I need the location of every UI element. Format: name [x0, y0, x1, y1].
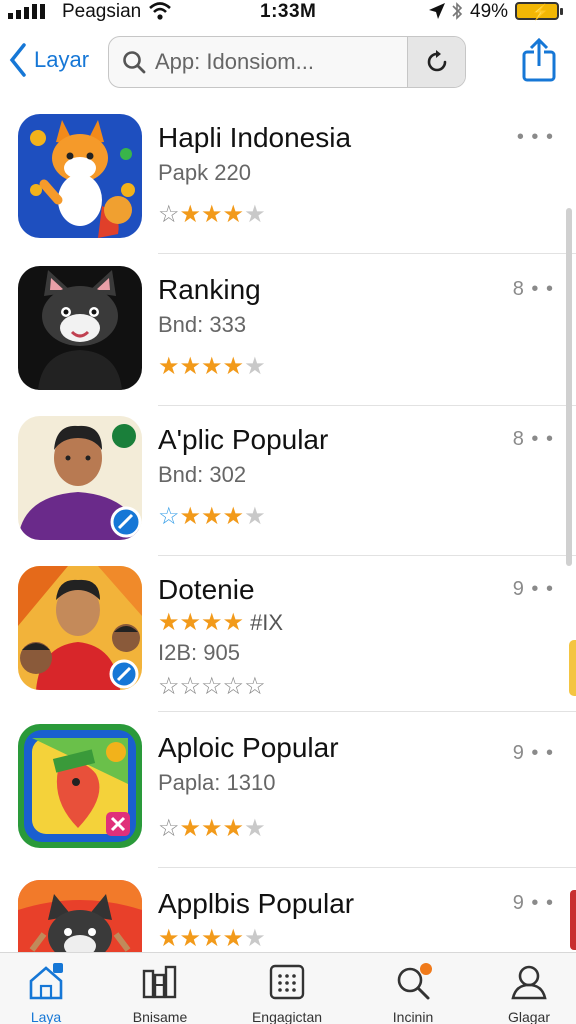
app-icon-dog [18, 880, 142, 952]
home-icon [29, 963, 63, 1000]
wifi-icon [149, 2, 171, 20]
more-button[interactable]: 8 • • [513, 428, 554, 451]
star-rating: ★★★★★ [158, 353, 266, 380]
share-icon[interactable] [520, 38, 558, 82]
star-rating: ☆☆☆☆☆ [158, 673, 266, 700]
star-rating: ★★★★★ [158, 925, 266, 952]
stars-top: ★★★★ [158, 609, 245, 636]
battery-percent: 49% [470, 1, 509, 22]
carrier-name: Peagsian [62, 1, 142, 22]
list-item[interactable]: Aploic Popular Papla: 1310 ☆★★★★ 9 • • [0, 714, 576, 868]
more-button[interactable]: 9 • • [513, 892, 554, 915]
tab-home[interactable]: Laya [0, 963, 101, 1024]
navigation-bar: Layar [0, 30, 576, 94]
more-button[interactable]: 9 • • [513, 742, 554, 765]
list-item[interactable]: Dotenie ★★★★ #IX I2B: 905 ☆☆☆☆☆ 9 • • [0, 556, 576, 712]
signal-icon [8, 4, 45, 19]
list-item[interactable]: A'plic Popular Bnd: 302 ☆★★★★ 8 • • [0, 406, 576, 556]
star-rating: ☆★★★★ [158, 503, 266, 530]
tab-engagement[interactable]: Engagictan [232, 963, 342, 1024]
tab-label: Engagictan [251, 1009, 323, 1024]
scrollbar[interactable] [566, 208, 572, 566]
app-title: Applbis Popular [158, 888, 355, 919]
list-item[interactable]: Hapli Indonesia Papk 220 ☆★★★★ • • • [0, 104, 576, 254]
tab-label: Bnisame [132, 1009, 188, 1024]
location-arrow-icon [429, 3, 445, 19]
search-icon [123, 51, 146, 74]
more-button[interactable]: • • • [517, 126, 554, 149]
tab-label: Incinin [392, 1009, 434, 1024]
grid-icon [269, 964, 305, 1000]
more-button[interactable]: 8 • • [513, 278, 554, 301]
rating-tag: #IX [250, 610, 284, 635]
app-icon-group [18, 566, 142, 690]
star-rating-top: ★★★★ #IX [158, 608, 283, 637]
edge-peek [569, 640, 576, 696]
list-item[interactable]: Ranking Bnd: 333 ★★★★★ 8 • • [0, 256, 576, 406]
tab-search[interactable]: Incinin [358, 963, 468, 1024]
app-title: Ranking [158, 274, 261, 305]
app-title: Dotenie [158, 574, 255, 605]
status-bar: Peagsian 1:33M 49% ⚡ [0, 0, 576, 24]
search-input[interactable] [155, 45, 405, 79]
divider [158, 867, 576, 868]
person-icon [511, 965, 547, 1000]
app-icon-person [18, 416, 142, 540]
tab-label: Glagar [507, 1009, 551, 1024]
app-icon-cat [18, 266, 142, 390]
books-icon [142, 965, 177, 999]
back-label: Layar [34, 47, 90, 72]
star-rating: ☆★★★★ [158, 815, 266, 842]
tab-bar: Laya Bnisame Engagictan Incinin Glagar [0, 952, 576, 1024]
app-icon-game [18, 724, 142, 848]
tab-profile[interactable]: Glagar [474, 963, 576, 1024]
app-subtitle: I2B: 905 [158, 640, 240, 665]
chevron-left-icon [9, 43, 26, 77]
star-rating: ☆★★★★ [158, 201, 266, 228]
tab-label: Laya [30, 1009, 62, 1024]
app-title: Aploic Popular [158, 732, 339, 763]
search-icon [397, 963, 432, 1000]
app-subtitle: Bnd: 333 [158, 312, 247, 337]
clock: 1:33M [260, 1, 317, 22]
app-subtitle: Papk 220 [158, 160, 251, 185]
more-button[interactable]: 9 • • [513, 578, 554, 601]
reload-icon [427, 50, 446, 72]
edge-peek [570, 890, 576, 950]
app-icon-fox [18, 114, 142, 238]
app-subtitle: Papla: 1310 [158, 770, 276, 795]
divider [158, 711, 576, 712]
search-bar[interactable] [108, 36, 466, 88]
bluetooth-icon [452, 2, 463, 20]
battery-icon: ⚡ [515, 2, 563, 21]
app-title: A'plic Popular [158, 424, 329, 455]
list-item[interactable]: Applbis Popular ★★★★★ 9 • • [0, 870, 576, 952]
app-title: Hapli Indonesia [158, 122, 352, 153]
divider [158, 253, 576, 254]
back-button[interactable]: Layar [8, 40, 89, 80]
reload-button[interactable] [407, 37, 465, 87]
app-subtitle: Bnd: 302 [158, 462, 247, 487]
tab-books[interactable]: Bnisame [105, 963, 215, 1024]
